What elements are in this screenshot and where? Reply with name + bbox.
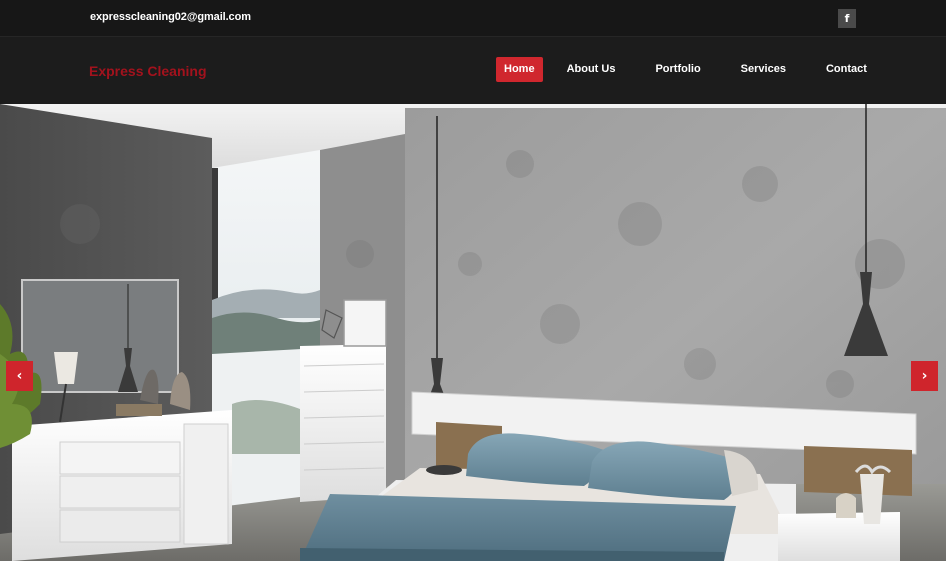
main-nav: Home About Us Portfolio Services Contact bbox=[496, 57, 867, 82]
top-info-bar: expresscleaning02@gmail.com f bbox=[0, 0, 946, 37]
main-navbar: Express Cleaning Home About Us Portfolio… bbox=[0, 37, 946, 104]
bedroom-slide-image bbox=[0, 104, 946, 561]
nav-home[interactable]: Home bbox=[496, 57, 543, 82]
chevron-right-icon: › bbox=[921, 368, 928, 384]
contact-email[interactable]: expresscleaning02@gmail.com bbox=[90, 11, 251, 23]
site-logo-text[interactable]: Express Cleaning bbox=[89, 63, 207, 79]
nav-about-us[interactable]: About Us bbox=[567, 57, 616, 82]
nav-services[interactable]: Services bbox=[741, 57, 786, 82]
slider-prev-button[interactable]: ‹ bbox=[6, 361, 33, 391]
nav-portfolio[interactable]: Portfolio bbox=[655, 57, 700, 82]
facebook-icon[interactable]: f bbox=[838, 9, 856, 28]
nav-contact[interactable]: Contact bbox=[826, 57, 867, 82]
hero-slider: ‹ › bbox=[0, 104, 946, 561]
slider-next-button[interactable]: › bbox=[911, 361, 938, 391]
chevron-left-icon: ‹ bbox=[16, 368, 23, 384]
